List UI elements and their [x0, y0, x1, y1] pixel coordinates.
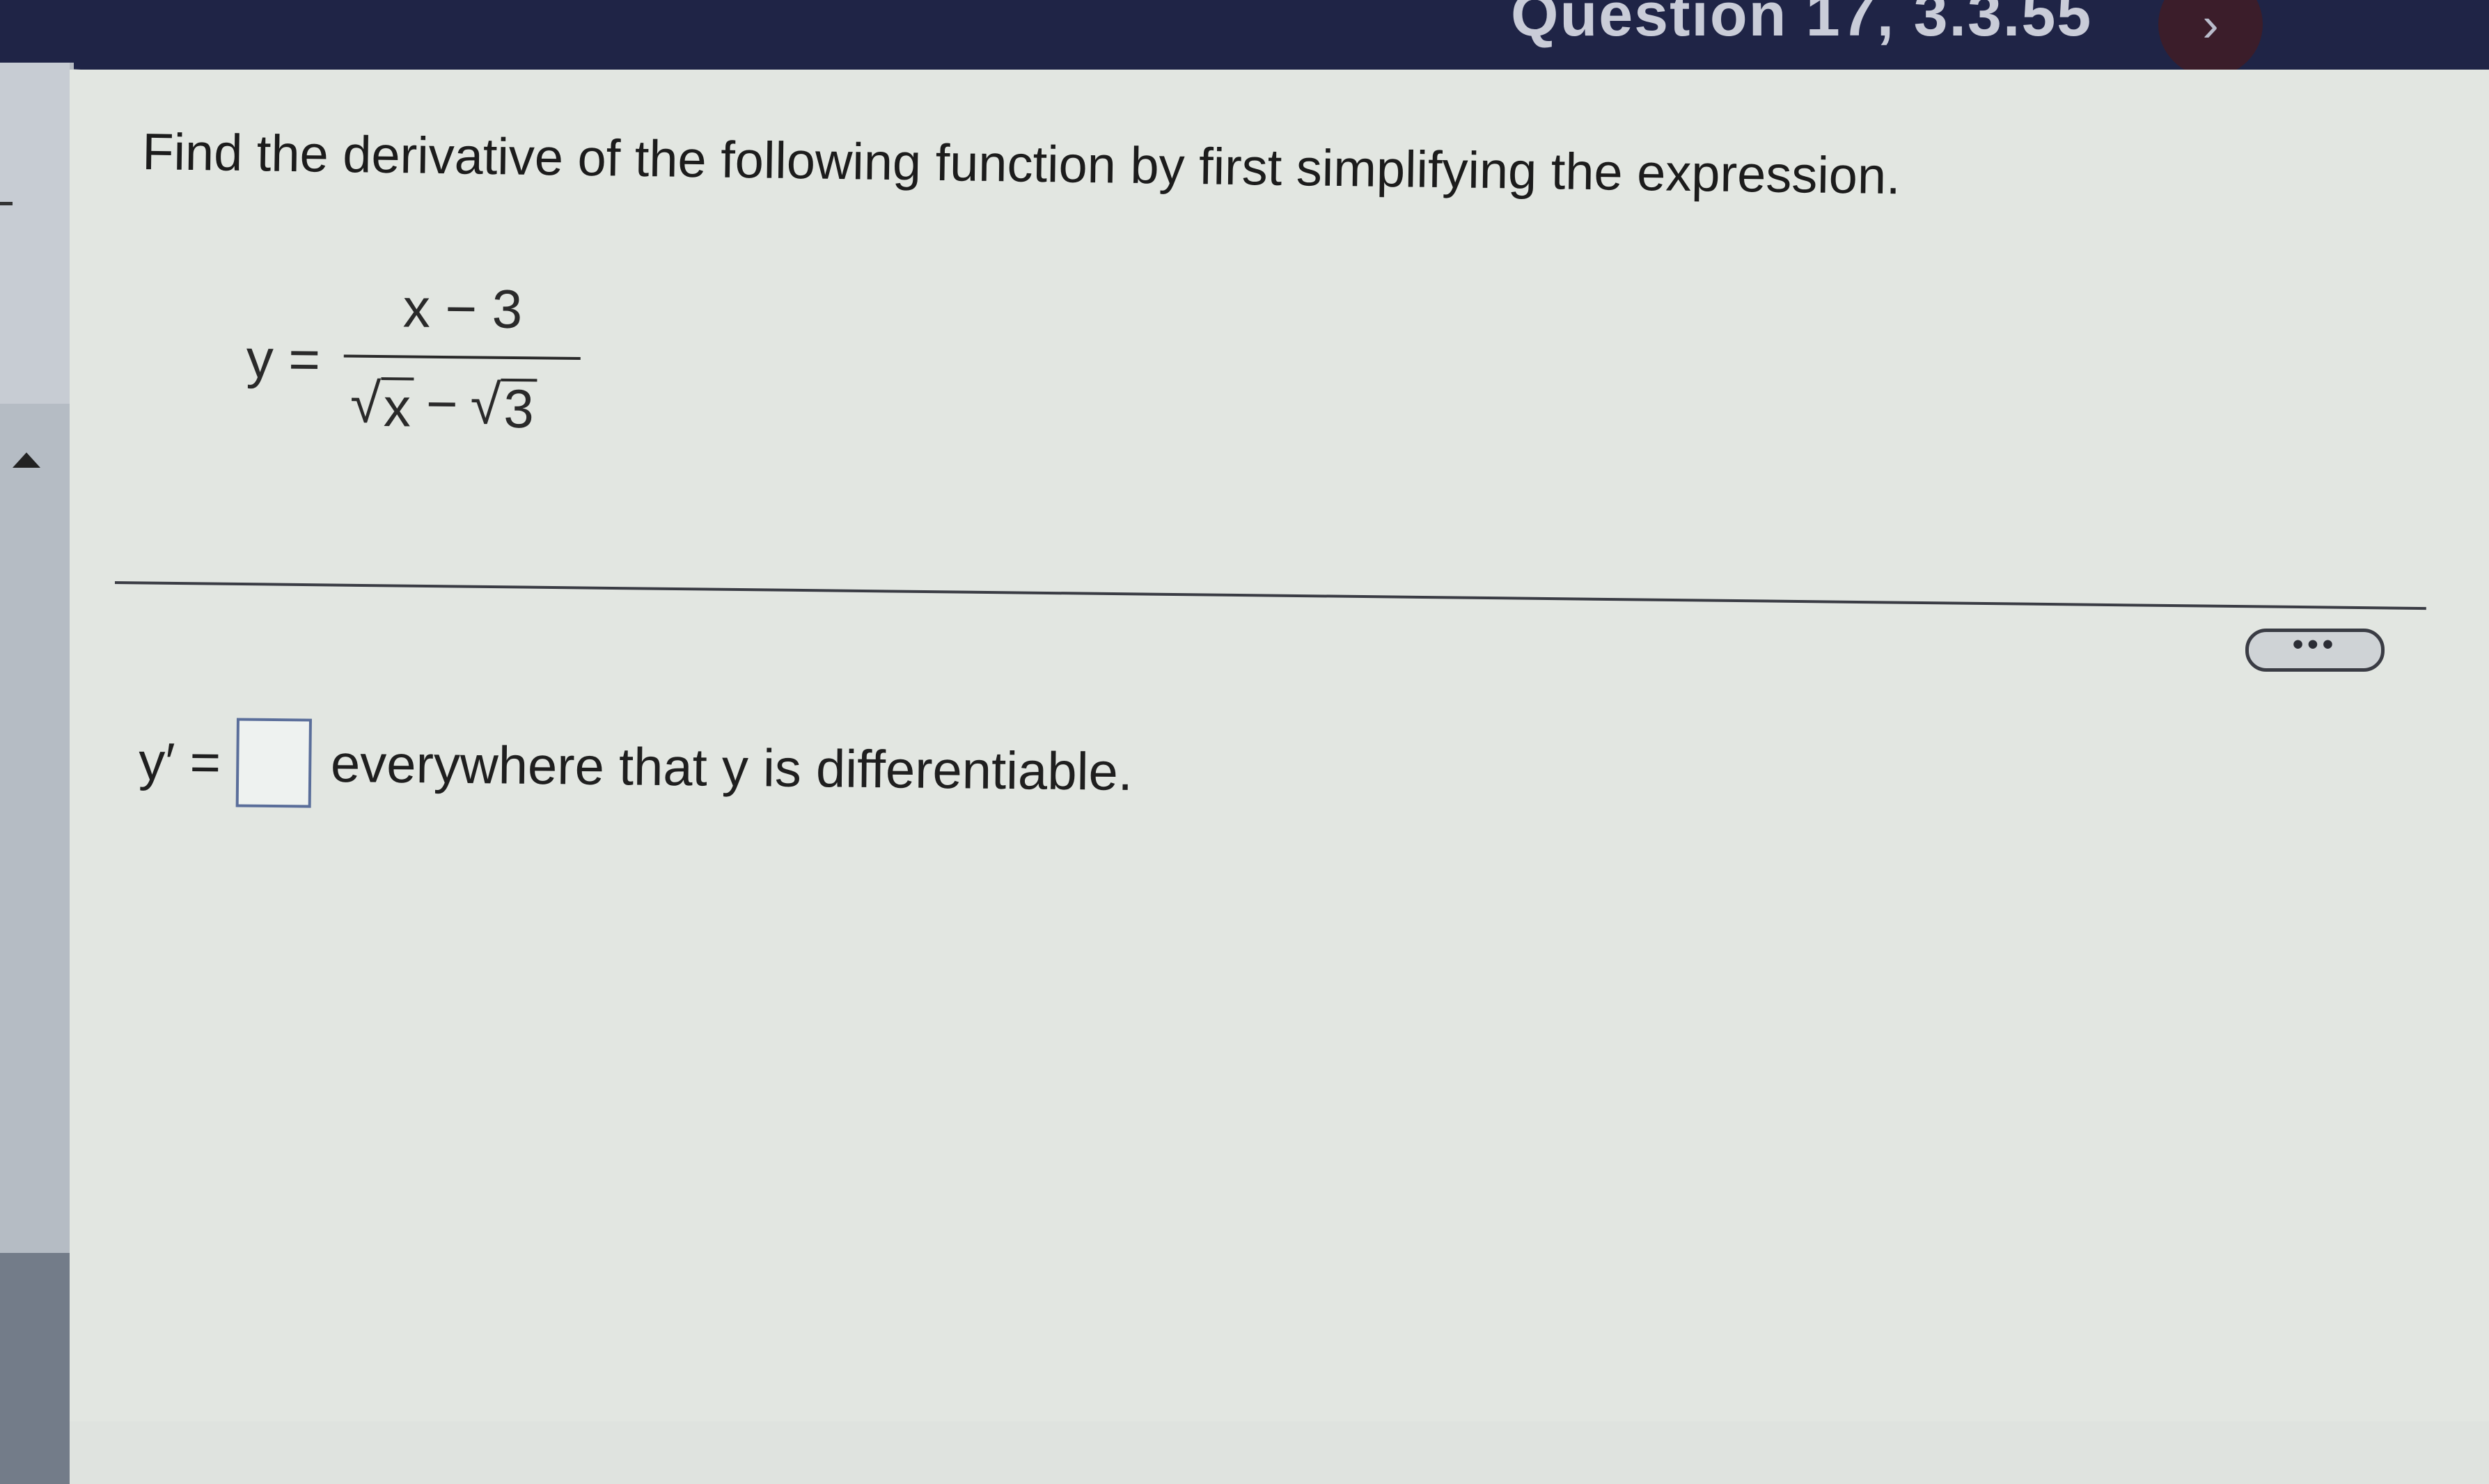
question-label: Question 17, 3.3.55 — [1511, 0, 2093, 49]
answer-suffix: everywhere that y is differentiable. — [330, 734, 1133, 802]
denominator: √ x − √ 3 — [343, 371, 581, 439]
square-root-x: √ x — [350, 372, 414, 438]
sidebar-scroll-band[interactable] — [0, 1253, 70, 1484]
fraction: x − 3 √ x − √ 3 — [343, 276, 581, 439]
answer-input[interactable] — [235, 718, 312, 808]
sidebar-band — [0, 404, 70, 1253]
minus-sign: − — [425, 372, 459, 435]
fraction-bar — [343, 354, 581, 361]
sidebar-dash — [0, 202, 13, 205]
chevron-right-icon: › — [2202, 0, 2219, 52]
numerator: x − 3 — [402, 277, 523, 340]
square-root-3: √ 3 — [470, 372, 537, 439]
radical-sign: √ — [470, 373, 501, 436]
radicand-3: 3 — [500, 378, 537, 439]
equation-lhs: y = — [246, 327, 321, 390]
sidebar — [0, 63, 74, 1484]
radicand-x: x — [380, 377, 414, 438]
answer-lhs: y′ = — [138, 732, 221, 792]
collapse-arrow-icon[interactable] — [13, 452, 40, 468]
radical-sign: √ — [350, 372, 382, 435]
more-options-button[interactable]: ••• — [2245, 629, 2385, 672]
answer-row: y′ = everywhere that y is differentiable… — [139, 717, 1133, 816]
